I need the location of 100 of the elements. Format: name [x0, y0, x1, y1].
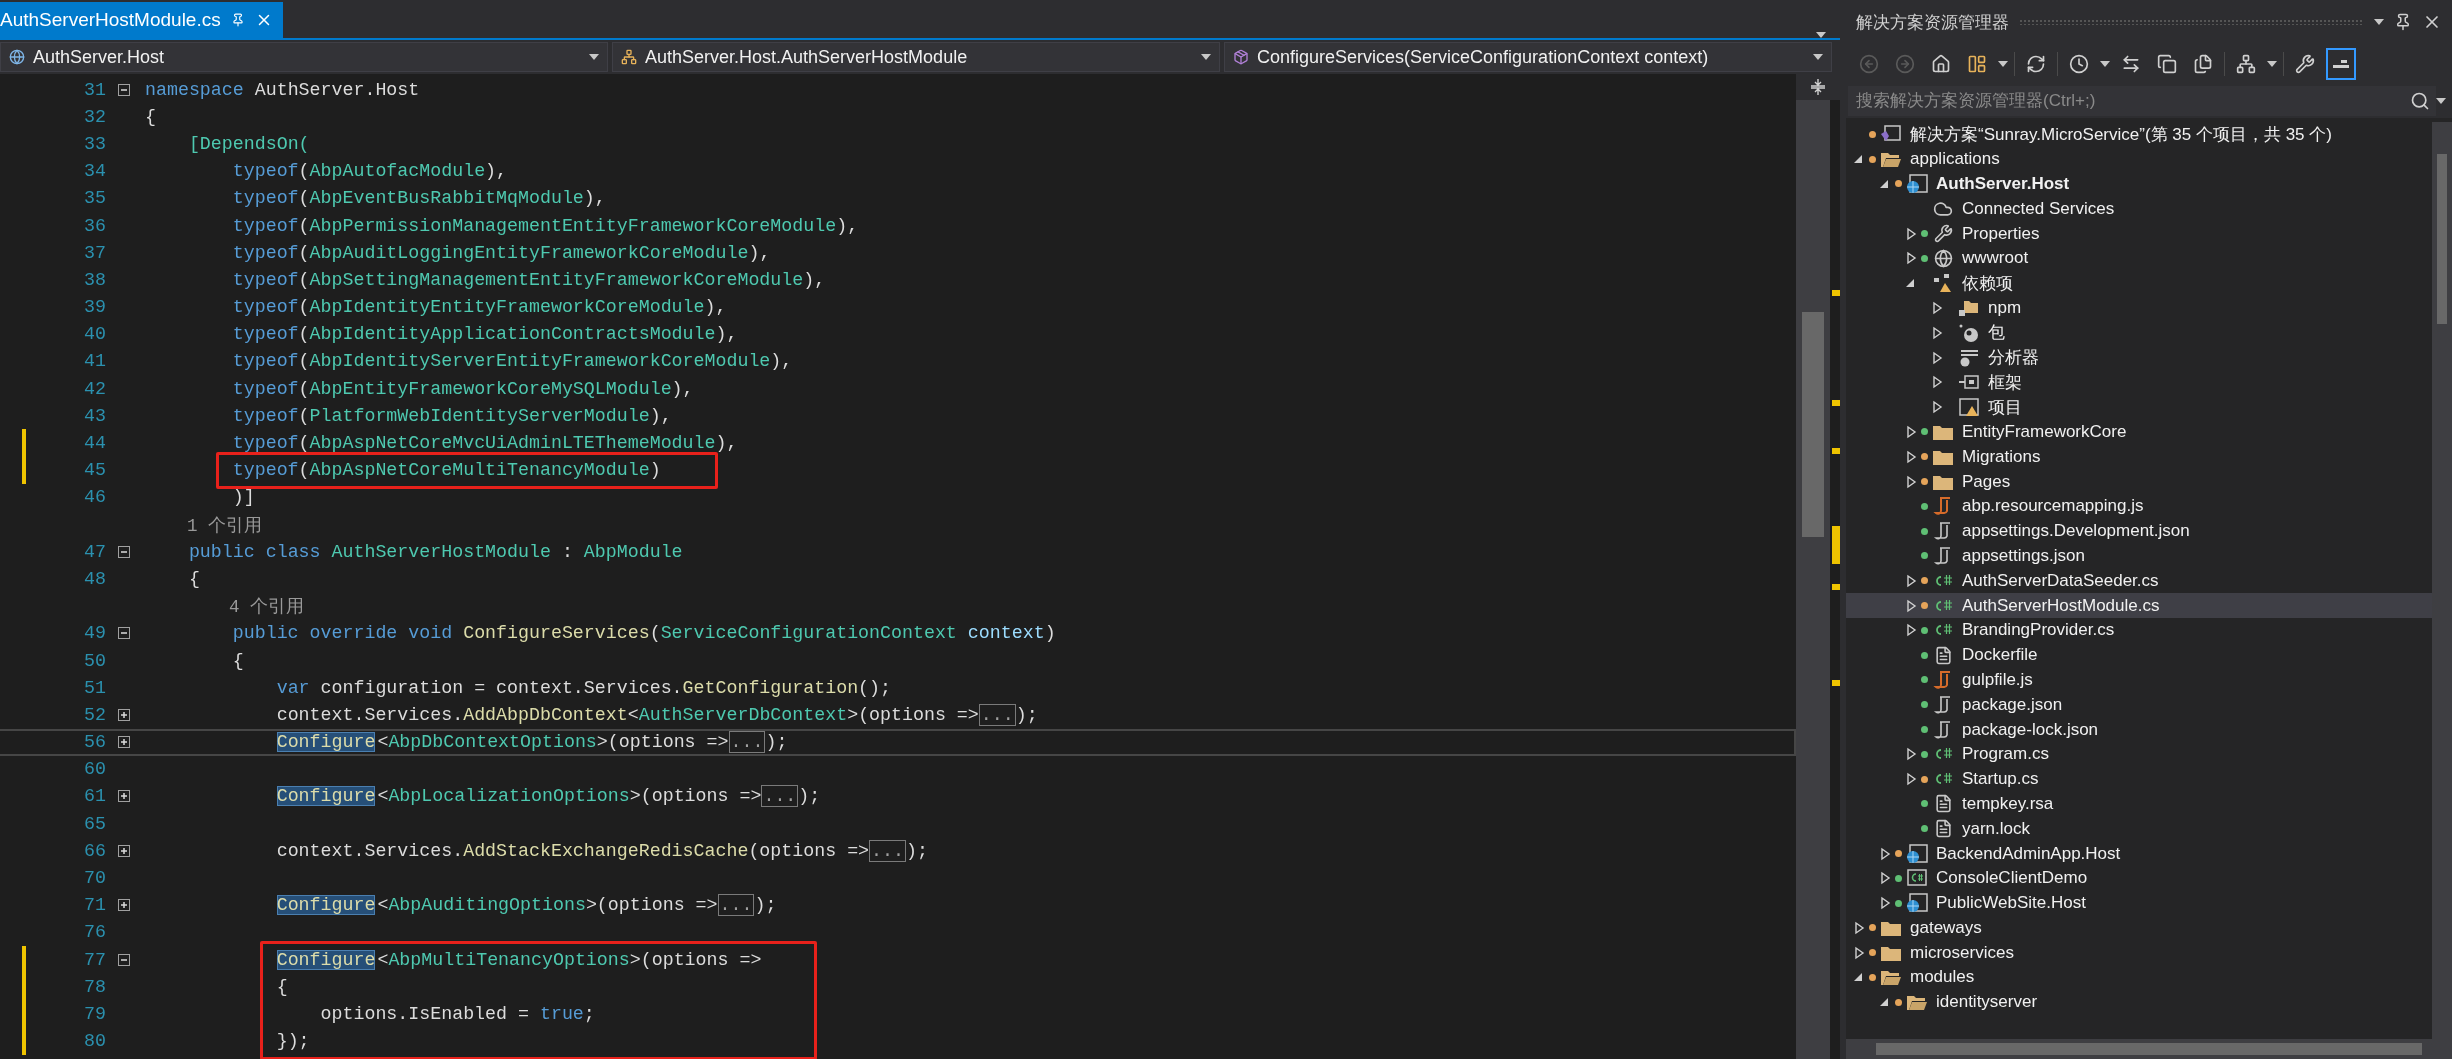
tree-item[interactable]: AuthServerHostModule.cs — [1846, 593, 2432, 618]
search-field[interactable]: 搜索解决方案资源管理器(Ctrl+;) — [1848, 86, 2404, 116]
collapsed-arrow-icon[interactable] — [1930, 400, 1944, 415]
tree-item[interactable]: BrandingProvider.cs — [1846, 617, 2432, 643]
code-line: { — [188, 568, 200, 589]
scrollbar-thumb[interactable] — [2437, 154, 2447, 324]
collapsed-arrow-icon[interactable] — [1904, 772, 1918, 787]
collapse-icon[interactable] — [118, 627, 130, 640]
reference-count[interactable]: 4 个引用 — [145, 594, 305, 619]
collapsed-arrow-icon[interactable] — [1878, 846, 1892, 861]
line-number: 80 — [83, 1031, 107, 1052]
tree-item[interactable]: EntityFrameworkCore — [1846, 419, 2432, 445]
collapse-icon[interactable] — [118, 953, 130, 966]
tree-item[interactable]: appsettings.json — [1846, 543, 2432, 569]
toolbar-button[interactable] — [2326, 48, 2356, 80]
code-line: var configuration = context.Services.GetConfiguration(); — [276, 677, 892, 698]
collapsed-arrow-icon[interactable] — [1904, 598, 1918, 613]
expand-icon[interactable] — [118, 844, 130, 857]
tree-item[interactable]: gateways — [1846, 915, 2432, 941]
collapse-icon[interactable] — [118, 545, 130, 558]
pin-icon[interactable] — [2394, 13, 2412, 31]
tree-item[interactable]: 框架 — [1846, 369, 2432, 395]
reference-count[interactable]: 1 个引用 — [145, 512, 262, 537]
tree-item[interactable]: identityserver — [1846, 989, 2432, 1015]
collapsed-arrow-icon[interactable] — [1904, 573, 1918, 588]
line-number: 45 — [83, 460, 107, 481]
expand-icon[interactable] — [118, 708, 130, 721]
line-number: 51 — [83, 677, 107, 698]
vertical-scrollbar[interactable] — [2432, 122, 2452, 1039]
tree-item[interactable]: gulpfile.js — [1846, 667, 2432, 693]
tree-item[interactable]: 项目 — [1846, 394, 2432, 420]
tree-item[interactable]: 解决方案“Sunray.MicroService”(第 35 个项目，共 35 个) — [1846, 122, 2432, 147]
code-line: public class AuthServerHostModule : AbpModule — [188, 541, 683, 562]
expand-icon[interactable] — [118, 736, 130, 749]
tree-item[interactable]: ConsoleClientDemo — [1846, 865, 2432, 891]
tree-item[interactable]: 依赖项 — [1846, 270, 2432, 296]
script-icon — [1933, 545, 1953, 566]
navigation-dropdown[interactable]: AuthServer.Host — [0, 42, 608, 72]
line-number: 41 — [83, 351, 107, 372]
scrollbar-thumb[interactable] — [1876, 1043, 2422, 1055]
editor-tab[interactable]: AuthServerHostModule.cs — [0, 2, 283, 38]
tree-item[interactable]: Properties — [1846, 221, 2432, 246]
line-number: 76 — [83, 922, 107, 943]
tree-item[interactable]: AuthServer.Host — [1846, 171, 2432, 197]
tree-item[interactable]: Startup.cs — [1846, 766, 2432, 792]
home-icon — [1931, 54, 1951, 74]
collapsed-arrow-icon[interactable] — [1930, 325, 1944, 340]
tree-item[interactable]: 分析器 — [1846, 345, 2432, 370]
tree-item[interactable]: abp.resourcemapping.js — [1846, 493, 2432, 519]
collapsed-arrow-icon[interactable] — [1852, 920, 1866, 935]
tree-item[interactable]: Program.cs — [1846, 741, 2432, 767]
navigation-dropdown[interactable]: ConfigureServices(ServiceConfigurationContext context) — [1224, 42, 1832, 72]
collapsed-arrow-icon[interactable] — [1904, 226, 1918, 241]
collapsed-arrow-icon[interactable] — [1930, 375, 1944, 390]
tree-item[interactable]: Dockerfile — [1846, 642, 2432, 668]
tree-item[interactable]: package-lock.json — [1846, 717, 2432, 742]
expand-icon[interactable] — [118, 790, 130, 803]
tree-item[interactable]: AuthServerDataSeeder.cs — [1846, 568, 2432, 594]
collapsed-arrow-icon[interactable] — [1930, 300, 1944, 315]
horizontal-scrollbar[interactable] — [1846, 1039, 2452, 1059]
collapse-icon[interactable] — [118, 83, 130, 96]
scrollbar-thumb[interactable] — [1802, 312, 1824, 537]
code-line: context.Services.AddStackExchangeRedisCache(options =>...); — [276, 840, 928, 861]
line-number: 38 — [83, 269, 107, 290]
tree-item[interactable]: package.json — [1846, 692, 2432, 718]
collapsed-arrow-icon[interactable] — [1904, 251, 1918, 266]
collapsed-arrow-icon[interactable] — [1904, 424, 1918, 439]
code-line: options.IsEnabled = true; — [320, 1003, 595, 1024]
pin-icon[interactable] — [230, 13, 245, 27]
collapsed-arrow-icon[interactable] — [1878, 896, 1892, 911]
tree-item[interactable]: BackendAdminApp.Host — [1846, 841, 2432, 866]
tree-item[interactable]: wwwroot — [1846, 246, 2432, 271]
collapsed-arrow-icon[interactable] — [1878, 871, 1892, 886]
collapsed-arrow-icon[interactable] — [1904, 747, 1918, 762]
tree-item[interactable]: appsettings.Development.json — [1846, 518, 2432, 544]
collapsed-arrow-icon[interactable] — [1904, 449, 1918, 464]
globe-icon — [1933, 248, 1953, 268]
tree-item[interactable]: Pages — [1846, 469, 2432, 494]
tree-item[interactable]: Migrations — [1846, 444, 2432, 470]
tree-item[interactable]: Connected Services — [1846, 196, 2432, 222]
collapsed-arrow-icon[interactable] — [1904, 474, 1918, 489]
tree-item[interactable]: npm — [1846, 295, 2432, 321]
collapsed-arrow-icon[interactable] — [1930, 350, 1944, 365]
tree-item[interactable]: tempkey.rsa — [1846, 791, 2432, 817]
tree-item[interactable]: microservices — [1846, 940, 2432, 966]
line-number: 46 — [83, 487, 107, 508]
change-mark — [1832, 526, 1840, 564]
tree-item[interactable]: PublicWebSite.Host — [1846, 890, 2432, 916]
collapsed-arrow-icon[interactable] — [1904, 623, 1918, 638]
tree-item[interactable]: 包 — [1846, 320, 2432, 346]
tree-item[interactable]: applications — [1846, 146, 2432, 172]
split-icon[interactable] — [1810, 78, 1826, 96]
navigation-dropdown[interactable]: AuthServer.Host.AuthServerHostModule — [612, 42, 1220, 72]
search-icon[interactable] — [2410, 91, 2430, 111]
collapsed-arrow-icon[interactable] — [1852, 945, 1866, 960]
expand-icon[interactable] — [118, 899, 130, 912]
tree-item[interactable]: modules — [1846, 965, 2432, 990]
code-line: typeof(AbpIdentityEntityFrameworkCoreModule), — [232, 297, 727, 318]
wrench-icon — [1933, 224, 1953, 244]
tree-item[interactable]: yarn.lock — [1846, 816, 2432, 842]
